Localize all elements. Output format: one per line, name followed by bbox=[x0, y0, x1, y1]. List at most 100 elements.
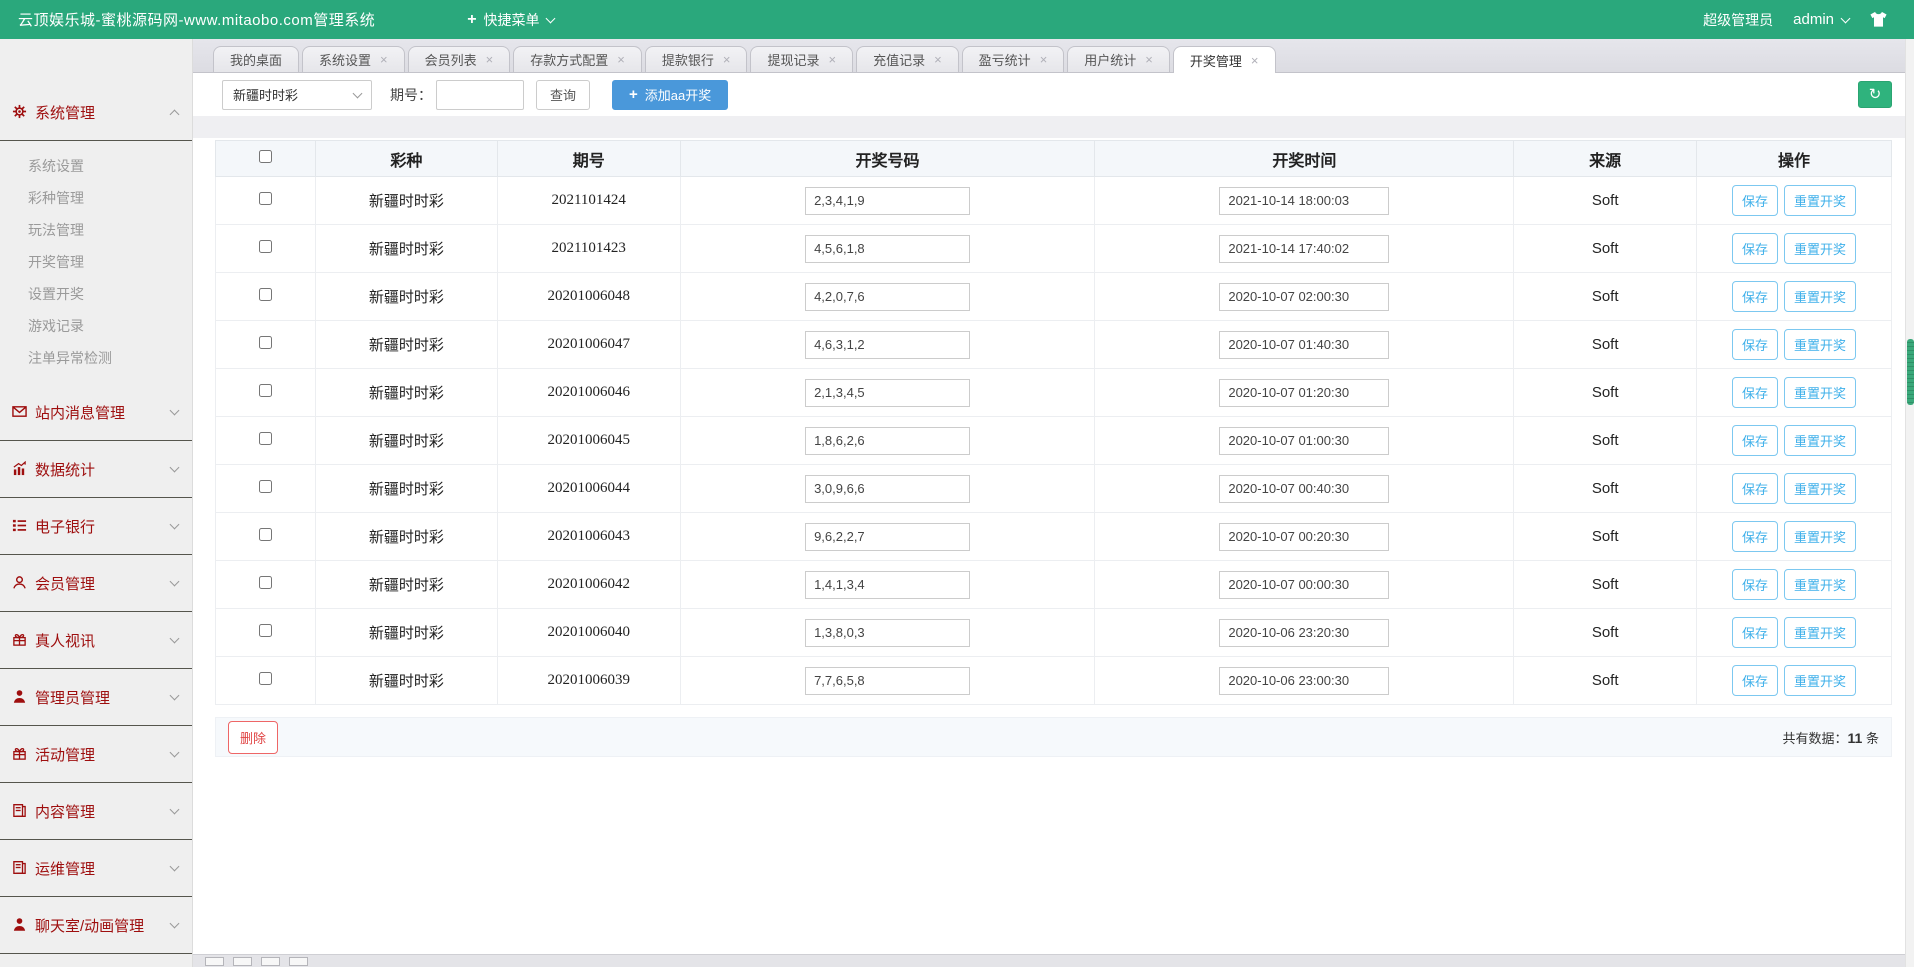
sidebar-item-7[interactable]: 活动管理 bbox=[0, 726, 192, 783]
tab-close-icon[interactable]: × bbox=[486, 53, 494, 66]
time-input[interactable] bbox=[1219, 283, 1389, 311]
taskbar-item[interactable] bbox=[261, 957, 280, 966]
time-input[interactable] bbox=[1219, 619, 1389, 647]
tab-close-icon[interactable]: × bbox=[380, 53, 388, 66]
row-checkbox[interactable] bbox=[259, 576, 272, 589]
sidebar-subitem[interactable]: 开奖管理 bbox=[0, 246, 192, 278]
numbers-input[interactable] bbox=[805, 187, 970, 215]
tab-我的桌面[interactable]: 我的桌面 bbox=[213, 46, 299, 72]
sidebar-item-3[interactable]: 电子银行 bbox=[0, 498, 192, 555]
row-checkbox[interactable] bbox=[259, 672, 272, 685]
reset-draw-button[interactable]: 重置开奖 bbox=[1784, 281, 1856, 312]
sidebar-item-8[interactable]: 内容管理 bbox=[0, 783, 192, 840]
tab-存款方式配置[interactable]: 存款方式配置× bbox=[513, 46, 642, 72]
lottery-select[interactable]: 新疆时时彩 bbox=[222, 80, 372, 110]
save-button[interactable]: 保存 bbox=[1732, 473, 1778, 504]
sidebar-subitem[interactable]: 系统设置 bbox=[0, 150, 192, 182]
reset-draw-button[interactable]: 重置开奖 bbox=[1784, 377, 1856, 408]
reset-draw-button[interactable]: 重置开奖 bbox=[1784, 233, 1856, 264]
row-checkbox[interactable] bbox=[259, 336, 272, 349]
save-button[interactable]: 保存 bbox=[1732, 233, 1778, 264]
numbers-input[interactable] bbox=[805, 379, 970, 407]
sidebar-item-2[interactable]: 数据统计 bbox=[0, 441, 192, 498]
save-button[interactable]: 保存 bbox=[1732, 185, 1778, 216]
sidebar-subitem[interactable]: 注单异常检测 bbox=[0, 342, 192, 374]
tab-提现记录[interactable]: 提现记录× bbox=[750, 46, 853, 72]
delete-button[interactable]: 删除 bbox=[228, 721, 278, 754]
save-button[interactable]: 保存 bbox=[1732, 377, 1778, 408]
numbers-input[interactable] bbox=[805, 667, 970, 695]
reset-draw-button[interactable]: 重置开奖 bbox=[1784, 185, 1856, 216]
numbers-input[interactable] bbox=[805, 283, 970, 311]
tab-充值记录[interactable]: 充值记录× bbox=[856, 46, 959, 72]
tab-close-icon[interactable]: × bbox=[828, 53, 836, 66]
numbers-input[interactable] bbox=[805, 523, 970, 551]
row-checkbox[interactable] bbox=[259, 192, 272, 205]
tab-close-icon[interactable]: × bbox=[1040, 53, 1048, 66]
row-checkbox[interactable] bbox=[259, 384, 272, 397]
search-button[interactable]: 查询 bbox=[536, 80, 590, 110]
numbers-input[interactable] bbox=[805, 475, 970, 503]
period-input[interactable] bbox=[436, 80, 524, 110]
tab-用户统计[interactable]: 用户统计× bbox=[1067, 46, 1170, 72]
user-menu[interactable]: admin bbox=[1793, 11, 1849, 28]
save-button[interactable]: 保存 bbox=[1732, 665, 1778, 696]
tab-close-icon[interactable]: × bbox=[723, 53, 731, 66]
time-input[interactable] bbox=[1219, 379, 1389, 407]
time-input[interactable] bbox=[1219, 331, 1389, 359]
reset-draw-button[interactable]: 重置开奖 bbox=[1784, 569, 1856, 600]
save-button[interactable]: 保存 bbox=[1732, 569, 1778, 600]
tab-开奖管理[interactable]: 开奖管理× bbox=[1173, 46, 1276, 73]
tab-close-icon[interactable]: × bbox=[1251, 54, 1259, 67]
save-button[interactable]: 保存 bbox=[1732, 521, 1778, 552]
row-checkbox[interactable] bbox=[259, 480, 272, 493]
add-draw-button[interactable]: + 添加aa开奖 bbox=[612, 80, 728, 110]
numbers-input[interactable] bbox=[805, 235, 970, 263]
save-button[interactable]: 保存 bbox=[1732, 281, 1778, 312]
time-input[interactable] bbox=[1219, 235, 1389, 263]
save-button[interactable]: 保存 bbox=[1732, 329, 1778, 360]
row-checkbox[interactable] bbox=[259, 288, 272, 301]
tab-close-icon[interactable]: × bbox=[934, 53, 942, 66]
theme-shirt-icon[interactable] bbox=[1869, 10, 1888, 29]
row-checkbox[interactable] bbox=[259, 624, 272, 637]
taskbar-item[interactable] bbox=[289, 957, 308, 966]
reset-draw-button[interactable]: 重置开奖 bbox=[1784, 425, 1856, 456]
row-checkbox[interactable] bbox=[259, 528, 272, 541]
sidebar-subitem[interactable]: 设置开奖 bbox=[0, 278, 192, 310]
row-checkbox[interactable] bbox=[259, 432, 272, 445]
taskbar-item[interactable] bbox=[205, 957, 224, 966]
time-input[interactable] bbox=[1219, 667, 1389, 695]
scrollbar-thumb[interactable] bbox=[1907, 339, 1914, 405]
tab-系统设置[interactable]: 系统设置× bbox=[302, 46, 405, 72]
reset-draw-button[interactable]: 重置开奖 bbox=[1784, 329, 1856, 360]
reset-draw-button[interactable]: 重置开奖 bbox=[1784, 617, 1856, 648]
tab-盈亏统计[interactable]: 盈亏统计× bbox=[962, 46, 1065, 72]
sidebar-subitem[interactable]: 彩种管理 bbox=[0, 182, 192, 214]
numbers-input[interactable] bbox=[805, 427, 970, 455]
time-input[interactable] bbox=[1219, 571, 1389, 599]
time-input[interactable] bbox=[1219, 427, 1389, 455]
vertical-scrollbar[interactable] bbox=[1905, 39, 1914, 967]
numbers-input[interactable] bbox=[805, 331, 970, 359]
time-input[interactable] bbox=[1219, 187, 1389, 215]
tab-close-icon[interactable]: × bbox=[617, 53, 625, 66]
refresh-button[interactable]: ↻ bbox=[1858, 81, 1892, 108]
sidebar-subitem[interactable]: 游戏记录 bbox=[0, 310, 192, 342]
select-all-checkbox[interactable] bbox=[259, 150, 272, 163]
reset-draw-button[interactable]: 重置开奖 bbox=[1784, 665, 1856, 696]
sidebar-item-1[interactable]: 站内消息管理 bbox=[0, 384, 192, 441]
reset-draw-button[interactable]: 重置开奖 bbox=[1784, 521, 1856, 552]
sidebar-item-0[interactable]: 系统管理 bbox=[0, 84, 192, 141]
tab-close-icon[interactable]: × bbox=[1145, 53, 1153, 66]
sidebar-item-9[interactable]: 运维管理 bbox=[0, 840, 192, 897]
time-input[interactable] bbox=[1219, 475, 1389, 503]
sidebar-item-5[interactable]: 真人视讯 bbox=[0, 612, 192, 669]
taskbar-item[interactable] bbox=[233, 957, 252, 966]
save-button[interactable]: 保存 bbox=[1732, 617, 1778, 648]
tab-会员列表[interactable]: 会员列表× bbox=[408, 46, 511, 72]
sidebar-subitem[interactable]: 玩法管理 bbox=[0, 214, 192, 246]
row-checkbox[interactable] bbox=[259, 240, 272, 253]
numbers-input[interactable] bbox=[805, 571, 970, 599]
reset-draw-button[interactable]: 重置开奖 bbox=[1784, 473, 1856, 504]
